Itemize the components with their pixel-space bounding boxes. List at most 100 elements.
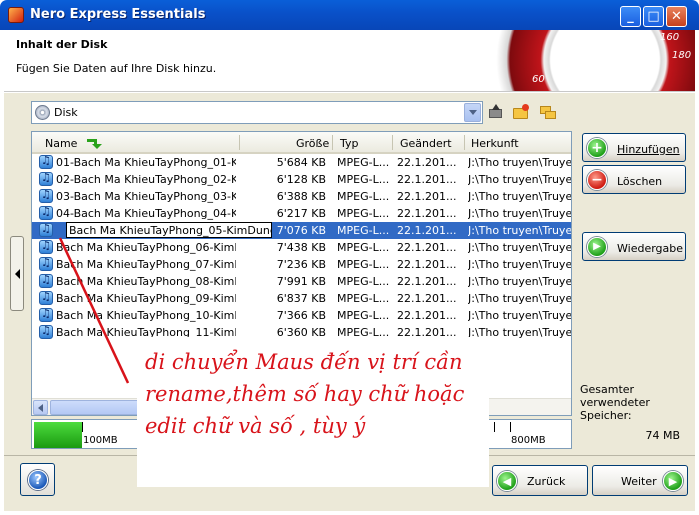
audio-file-icon [39, 257, 53, 271]
file-changed: 22.1.201... [397, 156, 457, 169]
file-source: J:\Tho truyen\Truyen [468, 309, 571, 322]
file-size: 7'438 KB [276, 241, 326, 254]
speedo-label: 100 [582, 42, 602, 53]
sort-arrow-icon [87, 138, 102, 149]
column-header-size[interactable]: Größe [296, 137, 329, 150]
audio-file-icon [39, 172, 53, 186]
file-changed: 22.1.201... [397, 173, 457, 186]
file-name: 03-Bach Ma KhieuTayPhong_03-Ki... [56, 190, 236, 203]
file-name: Bach Ma KhieuTayPhong_09-KimDu... [56, 292, 236, 305]
file-changed: 22.1.201... [397, 224, 457, 237]
file-type: MPEG-L... [337, 258, 389, 271]
table-row[interactable]: 03-Bach Ma KhieuTayPhong_03-Ki... 6'388 K… [32, 188, 571, 205]
help-icon: ? [28, 470, 48, 490]
file-size: 6'837 KB [276, 292, 326, 305]
maximize-button[interactable]: □ [643, 6, 664, 27]
file-source: J:\Tho truyen\Truyen [468, 156, 571, 169]
file-type: MPEG-L... [337, 309, 389, 322]
file-source: J:\Tho truyen\Truyen [468, 275, 571, 288]
audio-file-icon [39, 308, 53, 322]
file-rows: 01-Bach Ma KhieuTayPhong_01-Ki... 5'684 K… [32, 154, 571, 341]
help-button[interactable]: ? [20, 463, 55, 496]
folders-icon[interactable] [539, 104, 557, 120]
file-type: MPEG-L... [337, 241, 389, 254]
file-size: 7'076 KB [276, 224, 326, 237]
speedo-label: 60 [532, 74, 545, 85]
table-row[interactable]: Bach Ma KhieuTayPhong_10-KimDu... 7'366 K… [32, 307, 571, 324]
file-changed: 22.1.201... [397, 292, 457, 305]
close-button[interactable]: ✕ [666, 6, 687, 27]
page-subtitle: Fügen Sie Daten auf Ihre Disk hinzu. [16, 62, 217, 75]
delete-button[interactable]: − Löschen [582, 165, 686, 194]
play-button[interactable]: ▶ Wiedergabe [582, 232, 686, 261]
chevron-down-icon [468, 110, 477, 115]
table-row[interactable]: Bach Ma KhieuTayPhong_05-KimDung.mp: 7'07… [32, 222, 571, 239]
page-title: Inhalt der Disk [16, 38, 108, 51]
back-button[interactable]: ◀ Zurück [492, 465, 588, 496]
annotation-text: di chuyển Maus đến vị trí cần rename,thê… [145, 350, 465, 438]
file-size: 5'684 KB [276, 156, 326, 169]
minus-icon: − [587, 170, 607, 190]
arrow-left-icon [14, 268, 20, 279]
new-folder-icon[interactable] [512, 104, 530, 120]
add-button[interactable]: + Hinzufügen [582, 133, 686, 162]
dropdown-button[interactable] [464, 103, 481, 122]
column-header-source[interactable]: Herkunft [471, 137, 519, 150]
collapse-panel-button[interactable] [10, 236, 24, 311]
column-header-name[interactable]: Name [45, 137, 77, 150]
table-row[interactable]: 02-Bach Ma KhieuTayPhong_02-Ki... 6'128 K… [32, 171, 571, 188]
file-type: MPEG-L... [337, 292, 389, 305]
audio-file-icon [39, 223, 53, 237]
audio-file-icon [39, 206, 53, 220]
file-name: Bach Ma KhieuTayPhong_06-KimDu... [56, 241, 236, 254]
speedo-label: 120 [616, 34, 636, 45]
file-type: MPEG-L... [337, 190, 389, 203]
file-source: J:\Tho truyen\Truyen [468, 292, 571, 305]
file-size: 6'217 KB [276, 207, 326, 220]
column-header-type[interactable]: Typ [340, 137, 359, 150]
file-name: Bach Ma KhieuTayPhong_08-KimDu... [56, 275, 236, 288]
file-name: 01-Bach Ma KhieuTayPhong_01-Ki... [56, 156, 236, 169]
table-row[interactable]: Bach Ma KhieuTayPhong_06-KimDu... 7'438 K… [32, 239, 571, 256]
table-row[interactable]: 04-Bach Ma KhieuTayPhong_04-Ki... 6'217 K… [32, 205, 571, 222]
file-source: J:\Tho truyen\Truyen [468, 190, 571, 203]
speedo-label: 80 [552, 58, 565, 69]
file-name: 04-Bach Ma KhieuTayPhong_04-Ki... [56, 207, 236, 220]
table-row[interactable]: Bach Ma KhieuTayPhong_08-KimDu... 7'991 K… [32, 273, 571, 290]
speedo-label: 160 [660, 32, 680, 43]
file-source: J:\Tho truyen\Truyen [468, 173, 571, 186]
rename-input[interactable]: Bach Ma KhieuTayPhong_05-KimDung.mp: [66, 222, 272, 238]
minimize-button[interactable]: _ [620, 6, 641, 27]
file-size: 6'388 KB [276, 190, 326, 203]
table-row[interactable]: 01-Bach Ma KhieuTayPhong_01-Ki... 5'684 K… [32, 154, 571, 171]
title-bar[interactable]: Nero Express Essentials _ □ ✕ [0, 0, 699, 30]
capacity-fill [34, 422, 82, 448]
file-source: J:\Tho truyen\Truyen [468, 241, 571, 254]
audio-file-icon [39, 291, 53, 305]
used-space-value: 74 MB [645, 429, 680, 442]
audio-file-icon [39, 155, 53, 169]
column-header-changed[interactable]: Geändert [400, 137, 452, 150]
file-changed: 22.1.201... [397, 275, 457, 288]
next-button[interactable]: Weiter ▶ [592, 465, 688, 496]
file-size: 7'236 KB [276, 258, 326, 271]
arrow-right-icon: ▶ [663, 471, 683, 491]
arrow-left-icon: ◀ [497, 471, 517, 491]
scroll-left-button[interactable] [33, 400, 48, 415]
window-title: Nero Express Essentials [30, 7, 206, 22]
disk-select[interactable]: Disk [31, 101, 483, 124]
file-size: 7'991 KB [276, 275, 326, 288]
table-row[interactable]: Bach Ma KhieuTayPhong_09-KimDu... 6'837 K… [32, 290, 571, 307]
file-changed: 22.1.201... [397, 258, 457, 271]
capacity-label-100: 100MB [83, 435, 118, 446]
file-changed: 22.1.201... [397, 207, 457, 220]
disk-icon [35, 105, 50, 120]
audio-file-icon [39, 240, 53, 254]
folder-up-icon[interactable] [487, 104, 505, 120]
audio-file-icon [39, 325, 53, 339]
audio-file-icon [39, 189, 53, 203]
file-size: 7'366 KB [276, 309, 326, 322]
file-size: 6'128 KB [276, 173, 326, 186]
file-source: J:\Tho truyen\Truyen [468, 258, 571, 271]
table-row[interactable]: Bach Ma KhieuTayPhong_07-KimDu... 7'236 K… [32, 256, 571, 273]
